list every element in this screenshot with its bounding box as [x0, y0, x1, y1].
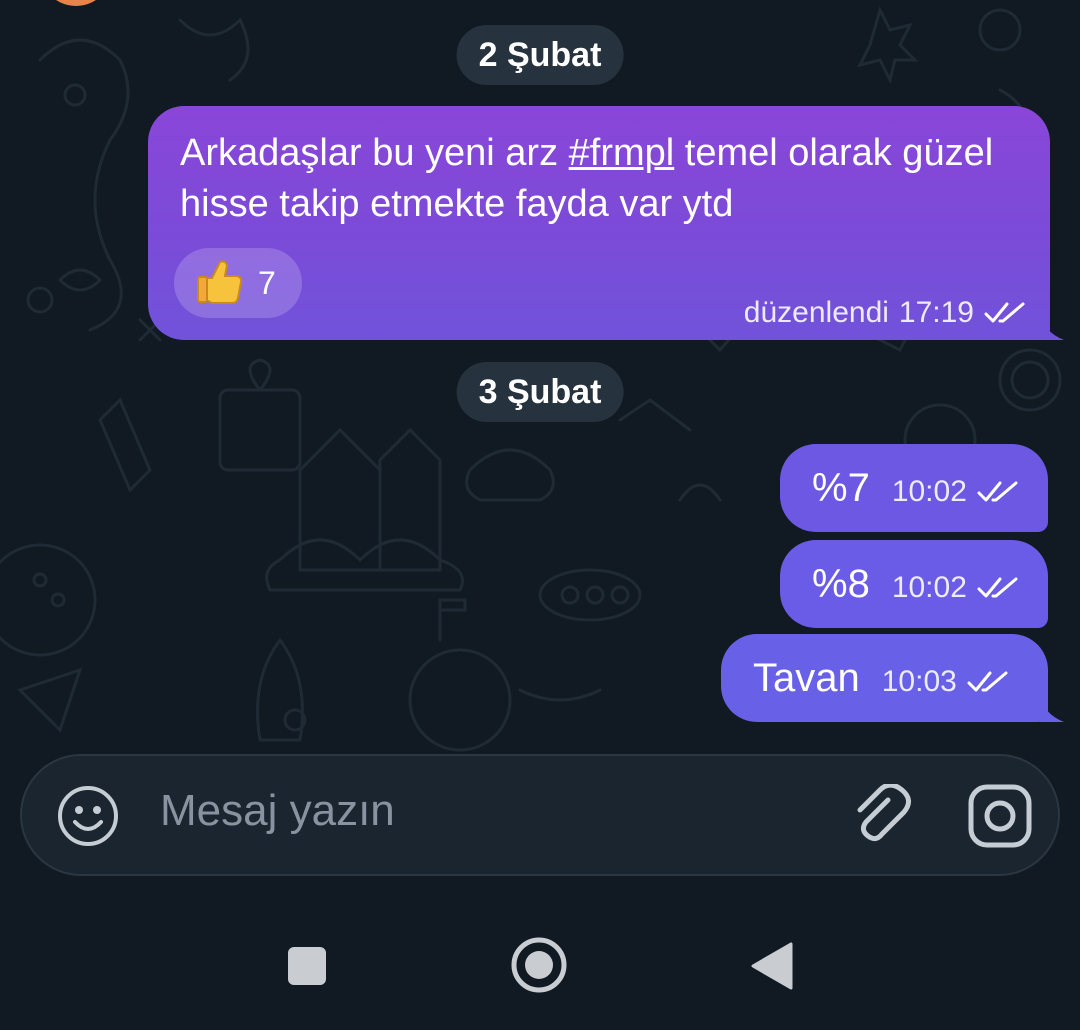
- reaction-count: 7: [258, 264, 276, 301]
- message-bubble[interactable]: %8 10:02: [780, 540, 1048, 628]
- message-bubble[interactable]: %7 10:02: [780, 444, 1048, 532]
- message-meta: 10:02: [892, 475, 1021, 509]
- message-composer[interactable]: Mesaj yazın: [20, 754, 1060, 876]
- message-meta: 10:03: [882, 665, 1011, 699]
- double-check-icon: [984, 302, 1025, 323]
- message-bubble[interactable]: Arkadaşlar bu yeni arz #frmpl temel olar…: [148, 106, 1050, 340]
- bubble-tail: [1040, 696, 1064, 722]
- message-time: 10:03: [881, 665, 957, 698]
- circle-icon[interactable]: [510, 936, 568, 994]
- date-separator: 2 Şubat: [456, 25, 624, 85]
- message-text: Arkadaşlar bu yeni arz #frmpl temel olar…: [180, 132, 994, 225]
- hashtag-link[interactable]: #frmpl: [569, 132, 675, 174]
- edited-label: düzenlendi: [743, 296, 889, 329]
- double-check-icon: [977, 481, 1018, 502]
- message-meta: düzenlendi 17:19: [744, 296, 1028, 330]
- message-time: 10:02: [891, 475, 967, 508]
- message-text: Tavan: [753, 655, 860, 700]
- reaction-chip[interactable]: 7: [174, 248, 302, 318]
- bubble-tail: [1040, 314, 1064, 340]
- system-nav-bar: [0, 900, 1080, 1030]
- message-time: 10:02: [891, 571, 967, 604]
- date-separator: 3 Şubat: [456, 362, 624, 422]
- message-text: %7: [812, 465, 870, 510]
- camera-icon[interactable]: [966, 782, 1034, 850]
- message-input[interactable]: Mesaj yazın: [160, 786, 395, 836]
- double-check-icon: [977, 577, 1018, 598]
- message-text: %8: [812, 561, 870, 606]
- double-check-icon: [967, 671, 1008, 692]
- triangle-back-icon[interactable]: [750, 942, 794, 990]
- message-bubble[interactable]: Tavan 10:03: [721, 634, 1048, 722]
- message-meta: 10:02: [892, 571, 1021, 605]
- smiley-icon[interactable]: [56, 784, 120, 848]
- paperclip-icon[interactable]: [848, 784, 912, 848]
- message-time: 17:19: [898, 296, 974, 329]
- square-icon[interactable]: [286, 945, 328, 987]
- thumbs-up-icon: [192, 254, 244, 313]
